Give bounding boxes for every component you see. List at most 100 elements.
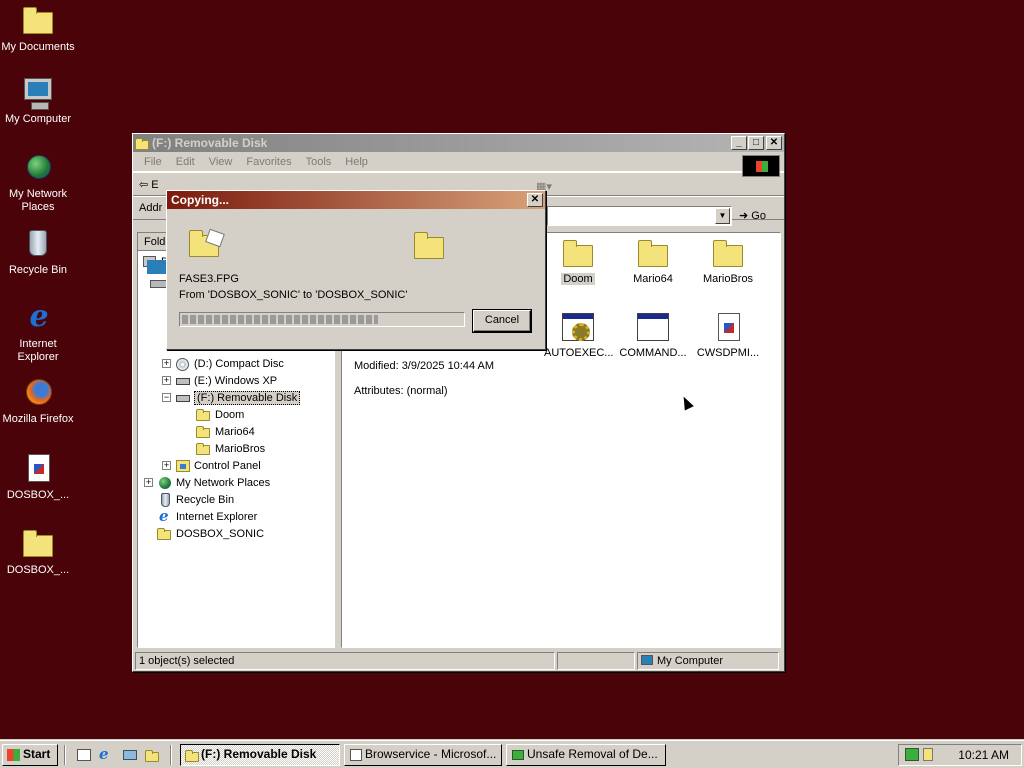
folder-icon bbox=[157, 527, 173, 541]
taskbar-separator bbox=[170, 745, 172, 765]
close-button[interactable]: ✕ bbox=[766, 136, 782, 150]
status-selection: 1 object(s) selected bbox=[135, 652, 555, 670]
folder-icon bbox=[196, 425, 212, 439]
task-browservice[interactable]: Browservice - Microsof... bbox=[344, 744, 502, 766]
copy-dialog-titlebar[interactable]: Copying... ✕ bbox=[167, 191, 545, 209]
tree-item-recycle-bin[interactable]: Recycle Bin bbox=[157, 491, 234, 508]
folder-icon bbox=[638, 240, 668, 267]
quicklaunch-explorer-icon[interactable] bbox=[145, 747, 161, 763]
recycle-bin-icon bbox=[29, 230, 47, 256]
minimize-button[interactable]: _ bbox=[731, 136, 747, 150]
menu-edit[interactable]: Edit bbox=[169, 156, 202, 168]
maximize-button[interactable]: □ bbox=[748, 136, 764, 150]
go-button[interactable]: ➜ Go bbox=[739, 209, 766, 222]
file-label: AUTOEXEC... bbox=[544, 347, 614, 359]
quicklaunch-outlook-icon[interactable] bbox=[122, 747, 138, 763]
dialog-close-button[interactable]: ✕ bbox=[527, 193, 543, 207]
taskbar-separator bbox=[64, 745, 66, 765]
desktop-icon-label: My Documents bbox=[1, 41, 75, 53]
desktop-icon-dosbox-folder[interactable]: DOSBOX_... bbox=[0, 527, 76, 577]
tree-item-mariobros[interactable]: MarioBros bbox=[196, 440, 265, 457]
window-title: (F:) Removable Disk bbox=[152, 136, 268, 150]
menu-view[interactable]: View bbox=[202, 156, 240, 168]
tree-item-d-compact-disc[interactable]: + (D:) Compact Disc bbox=[162, 355, 284, 372]
expand-icon[interactable]: + bbox=[144, 478, 153, 487]
file-item-command[interactable]: COMMAND... bbox=[617, 311, 689, 359]
tray-notification-icon[interactable] bbox=[923, 748, 933, 761]
tree-item-control-panel[interactable]: + Control Panel bbox=[162, 457, 261, 474]
tree-item-desktop[interactable]: D bbox=[142, 253, 169, 288]
file-label: Doom bbox=[561, 273, 595, 285]
control-panel-icon bbox=[175, 459, 191, 473]
task-label: (F:) Removable Disk bbox=[201, 747, 317, 761]
expand-icon[interactable]: + bbox=[162, 461, 171, 470]
desktop-icon-label: My Computer bbox=[4, 113, 72, 125]
tree-item-my-network-places[interactable]: + My Network Places bbox=[144, 474, 270, 491]
menu-tools[interactable]: Tools bbox=[299, 156, 339, 168]
copy-filename: FASE3.FPG bbox=[179, 273, 239, 285]
file-item-mariobros[interactable]: MarioBros bbox=[692, 237, 764, 285]
compact-disc-icon bbox=[175, 357, 191, 371]
task-label: Unsafe Removal of De... bbox=[527, 747, 658, 761]
folder-icon bbox=[563, 240, 593, 267]
tree-item-f-removable-disk[interactable]: − (F:) Removable Disk bbox=[162, 389, 301, 406]
recycle-bin-icon bbox=[157, 492, 173, 507]
desktop-icon-my-documents[interactable]: My Documents bbox=[0, 4, 76, 54]
desktop-icon-internet-explorer[interactable]: e Internet Explorer bbox=[0, 301, 76, 364]
file-item-doom[interactable]: Doom bbox=[542, 237, 614, 285]
address-dropdown-icon[interactable]: ▼ bbox=[715, 208, 730, 224]
folder-icon bbox=[23, 530, 53, 557]
tree-item-label: (D:) Compact Disc bbox=[194, 357, 284, 370]
safely-remove-hardware-icon[interactable] bbox=[905, 748, 919, 761]
desktop-icon-mozilla-firefox[interactable]: Mozilla Firefox bbox=[0, 376, 76, 426]
tree-item-dosbox-sonic[interactable]: DOSBOX_SONIC bbox=[157, 525, 264, 542]
tree-item-mario64[interactable]: Mario64 bbox=[196, 423, 255, 440]
expand-icon[interactable]: + bbox=[162, 359, 171, 368]
copy-from-to: From 'DOSBOX_SONIC' to 'DOSBOX_SONIC' bbox=[179, 289, 408, 301]
go-arrow-icon: ➜ bbox=[739, 210, 749, 222]
desktop-icon bbox=[142, 255, 168, 288]
cancel-button[interactable]: Cancel bbox=[472, 309, 532, 333]
desktop-icon-my-network-places[interactable]: My Network Places bbox=[0, 151, 76, 214]
system-tray: 10:21 AM bbox=[898, 744, 1022, 766]
quicklaunch-ie-icon[interactable]: e bbox=[99, 745, 115, 763]
clock[interactable]: 10:21 AM bbox=[958, 745, 1009, 765]
copy-progress-bar bbox=[179, 312, 465, 327]
tree-item-doom[interactable]: Doom bbox=[196, 406, 244, 423]
status-location: My Computer bbox=[657, 655, 724, 667]
tree-item-label: (F:) Removable Disk bbox=[194, 390, 301, 405]
status-zone: My Computer bbox=[637, 652, 779, 670]
menu-favorites[interactable]: Favorites bbox=[239, 156, 298, 168]
file-item-cwsdpmi[interactable]: CWSDPMI... bbox=[692, 311, 764, 359]
menu-file[interactable]: File bbox=[137, 156, 169, 168]
collapse-icon[interactable]: − bbox=[162, 393, 171, 402]
executable-icon bbox=[637, 313, 669, 341]
show-desktop-icon[interactable] bbox=[76, 747, 92, 763]
address-input[interactable]: ▼ bbox=[547, 206, 732, 226]
dialog-title: Copying... bbox=[171, 193, 229, 207]
back-button[interactable]: ⇦ E bbox=[139, 178, 159, 191]
menu-help[interactable]: Help bbox=[338, 156, 375, 168]
warning-task-icon bbox=[511, 748, 525, 762]
tree-item-internet-explorer[interactable]: e Internet Explorer bbox=[157, 507, 257, 525]
desktop-icon-my-computer[interactable]: My Computer bbox=[0, 76, 76, 126]
network-icon bbox=[157, 476, 173, 490]
file-item-autoexec[interactable]: AUTOEXEC... bbox=[542, 311, 614, 359]
desktop-icon-label: DOSBOX_... bbox=[6, 564, 70, 576]
expand-icon[interactable]: + bbox=[162, 376, 171, 385]
start-button[interactable]: Start bbox=[2, 744, 58, 766]
desktop-icon-recycle-bin[interactable]: Recycle Bin bbox=[0, 227, 76, 277]
status-bar: 1 object(s) selected My Computer bbox=[135, 652, 781, 670]
file-item-mario64[interactable]: Mario64 bbox=[617, 237, 689, 285]
explorer-titlebar[interactable]: (F:) Removable Disk _ □ ✕ bbox=[133, 134, 784, 152]
file-label: MarioBros bbox=[702, 273, 754, 285]
task-unsafe-removal[interactable]: Unsafe Removal of De... bbox=[506, 744, 666, 766]
folder-icon bbox=[713, 240, 743, 267]
tree-item-e-windows-xp[interactable]: + (E:) Windows XP bbox=[162, 372, 277, 389]
desktop-icon-label: Mozilla Firefox bbox=[2, 413, 74, 425]
desktop-icon-dosbox-exe[interactable]: DOSBOX_... bbox=[0, 452, 76, 502]
file-label: Mario64 bbox=[633, 273, 673, 285]
tree-item-label: Mario64 bbox=[215, 425, 255, 438]
task-explorer[interactable]: (F:) Removable Disk bbox=[180, 744, 340, 766]
copy-dialog[interactable]: Copying... ✕ FASE3.FPG From 'DOSBOX_SONI… bbox=[166, 190, 546, 350]
